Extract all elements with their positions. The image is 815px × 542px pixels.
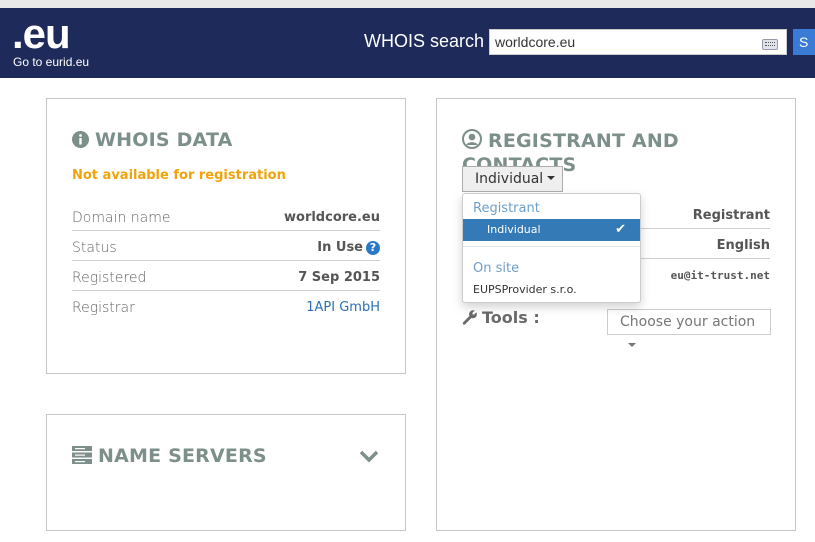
- registered-value: 7 Sep 2015: [298, 270, 380, 285]
- contact-type-menu: Registrant Individual ✔ On site EUPSProv…: [462, 193, 641, 303]
- menu-item-individual[interactable]: Individual ✔: [463, 219, 640, 241]
- domain-name-label: Domain name: [72, 210, 171, 226]
- check-icon: ✔: [615, 222, 626, 237]
- server-icon: [72, 446, 92, 469]
- whois-data-title: WHOIS DATA: [95, 129, 233, 151]
- chevron-down-icon[interactable]: [359, 448, 379, 463]
- wrench-icon: [462, 310, 477, 325]
- menu-divider: [463, 246, 640, 247]
- caret-down-icon: [547, 176, 556, 180]
- contact-type-dropdown[interactable]: Individual: [462, 166, 563, 192]
- whois-data-heading: WHOIS DATA: [72, 129, 233, 153]
- row-registrar: Registrar 1API GmbH: [72, 291, 380, 321]
- site-header: .eu Go to eurid.eu WHOIS search worldcor…: [0, 8, 815, 78]
- go-to-eurid-link[interactable]: Go to eurid.eu: [13, 55, 89, 69]
- eu-logo[interactable]: .eu: [12, 10, 71, 58]
- whois-data-panel: WHOIS DATA Not available for registratio…: [46, 98, 406, 374]
- registrant-language-value: English: [716, 238, 770, 253]
- search-button[interactable]: S: [793, 29, 815, 55]
- caret-down-icon: [628, 343, 636, 347]
- menu-item-eupsprovider[interactable]: EUPSProvider s.r.o.: [463, 279, 640, 301]
- browser-strip: [0, 0, 815, 8]
- registrar-link[interactable]: 1API GmbH: [306, 300, 380, 315]
- menu-group-on-site: On site: [473, 261, 520, 276]
- name-servers-heading: NAME SERVERS: [72, 445, 267, 469]
- keyboard-icon[interactable]: [762, 39, 778, 50]
- contact-type-selected: Individual: [475, 171, 544, 187]
- registered-label: Registered: [72, 270, 147, 286]
- menu-group-registrant: Registrant: [473, 201, 540, 216]
- row-registered: Registered 7 Sep 2015: [72, 261, 380, 291]
- status-label: Status: [72, 240, 117, 256]
- row-status: Status In Use?: [72, 231, 380, 261]
- tools-label-wrap: Tools :: [462, 308, 540, 327]
- whois-search-label: WHOIS search: [364, 31, 485, 51]
- domain-name-value: worldcore.eu: [284, 210, 380, 225]
- registrant-email-value[interactable]: eu@it-trust.net: [671, 269, 770, 282]
- whois-search-input[interactable]: worldcore.eu: [489, 29, 787, 55]
- user-circle-icon: [462, 129, 482, 154]
- menu-item-individual-label: Individual: [487, 223, 541, 236]
- registrant-type-value: Registrant: [692, 208, 770, 223]
- tools-label: Tools :: [482, 308, 540, 327]
- registrant-contacts-panel: REGISTRANT AND CONTACTS Individual Regis…: [436, 98, 796, 531]
- registrar-label: Registrar: [72, 300, 135, 316]
- status-value: In Use: [317, 240, 363, 255]
- info-icon: [72, 131, 89, 153]
- availability-status: Not available for registration: [72, 168, 286, 183]
- name-servers-title: NAME SERVERS: [98, 445, 267, 467]
- choose-action-dropdown[interactable]: Choose your action: [607, 309, 771, 347]
- row-domain-name: Domain name worldcore.eu: [72, 201, 380, 231]
- name-servers-panel: NAME SERVERS: [46, 414, 406, 531]
- help-icon[interactable]: ?: [366, 241, 380, 255]
- status-value-wrap: In Use?: [317, 240, 380, 255]
- choose-action-label: Choose your action: [620, 314, 756, 330]
